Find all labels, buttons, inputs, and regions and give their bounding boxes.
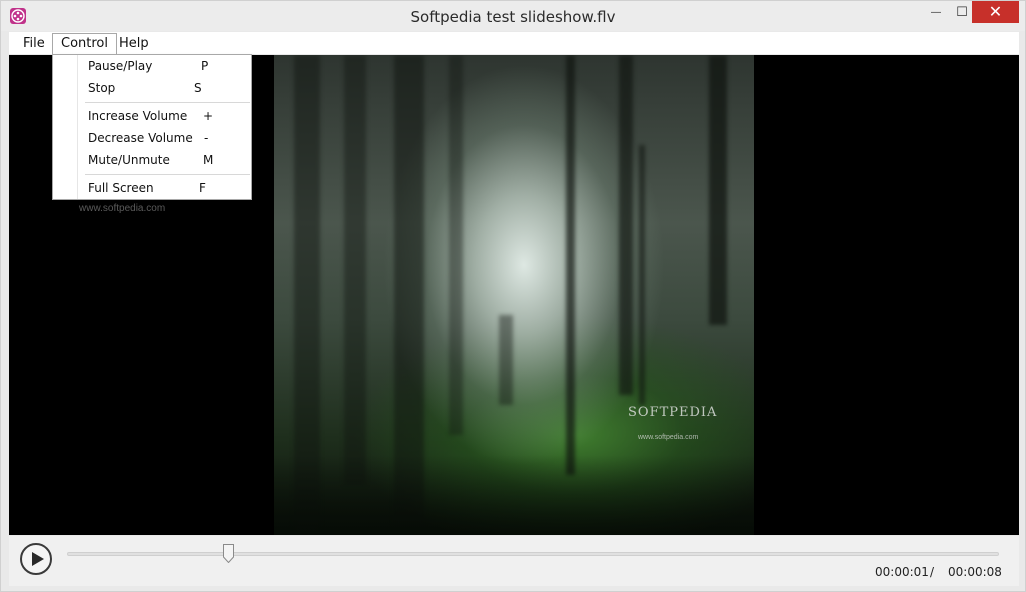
window-title: Softpedia test slideshow.flv xyxy=(410,8,616,26)
menu-item-shortcut: + xyxy=(203,109,214,123)
menu-item-label: Pause/Play xyxy=(88,59,153,73)
title-bar[interactable]: Softpedia test slideshow.flv — ☐ ✕ xyxy=(1,1,1025,31)
maximize-icon: ☐ xyxy=(956,4,968,19)
menu-control[interactable]: Control xyxy=(52,33,117,55)
watermark-left-url: www.softpedia.com xyxy=(79,203,166,214)
menu-item-shortcut: F xyxy=(199,181,206,195)
menu-separator xyxy=(85,174,250,175)
control-menu-dropdown: Pause/Play P Stop S Increase Volume + De… xyxy=(52,54,252,200)
seek-bar[interactable] xyxy=(67,552,999,556)
menu-item-decrease-volume[interactable]: Decrease Volume - xyxy=(53,128,251,148)
video-frame-forest: SOFTPEDIA www.softpedia.com xyxy=(274,55,754,535)
time-separator: / xyxy=(930,565,935,579)
play-button[interactable] xyxy=(20,543,52,575)
menu-item-pause-play[interactable]: Pause/Play P xyxy=(53,56,251,76)
tree-trunk xyxy=(449,55,463,435)
menu-item-shortcut: S xyxy=(194,81,202,95)
menu-item-shortcut: P xyxy=(201,59,209,73)
menu-bar: File Control Help xyxy=(9,32,1019,55)
tree-trunk xyxy=(566,55,575,475)
total-time: 00:00:08 xyxy=(948,565,1002,579)
play-icon xyxy=(31,552,44,566)
close-icon: ✕ xyxy=(988,4,1003,21)
menu-item-full-screen[interactable]: Full Screen F xyxy=(53,178,251,198)
control-bar: 00:00:01 / 00:00:08 xyxy=(9,536,1019,586)
menu-item-stop[interactable]: Stop S xyxy=(53,78,251,98)
menu-item-label: Mute/Unmute xyxy=(88,153,170,167)
menu-item-increase-volume[interactable]: Increase Volume + xyxy=(53,106,251,126)
ground-shadow xyxy=(274,455,754,535)
menu-item-label: Stop xyxy=(88,81,116,95)
menu-item-mute-unmute[interactable]: Mute/Unmute M xyxy=(53,150,251,170)
tree-trunk xyxy=(639,145,645,405)
menu-item-shortcut: M xyxy=(203,153,214,167)
tree-trunk xyxy=(619,55,633,395)
menu-item-shortcut: - xyxy=(204,131,209,145)
menu-item-label: Increase Volume xyxy=(88,109,188,123)
menu-item-label: Decrease Volume xyxy=(88,131,193,145)
menu-item-label: Full Screen xyxy=(88,181,154,195)
close-button[interactable]: ✕ xyxy=(972,1,1019,23)
seek-thumb[interactable] xyxy=(223,544,234,564)
menu-file[interactable]: File xyxy=(15,34,53,54)
tree-trunk xyxy=(344,55,366,485)
current-time: 00:00:01 xyxy=(875,565,929,579)
menu-help[interactable]: Help xyxy=(111,34,157,54)
player-window: Softpedia test slideshow.flv — ☐ ✕ File … xyxy=(0,0,1026,592)
watermark-url: www.softpedia.com xyxy=(638,434,699,441)
minimize-icon: — xyxy=(931,6,941,18)
menu-separator xyxy=(85,102,250,103)
watermark-text: SOFTPEDIA xyxy=(628,405,718,420)
tree-trunk xyxy=(709,55,727,325)
tree-trunk xyxy=(499,315,513,405)
